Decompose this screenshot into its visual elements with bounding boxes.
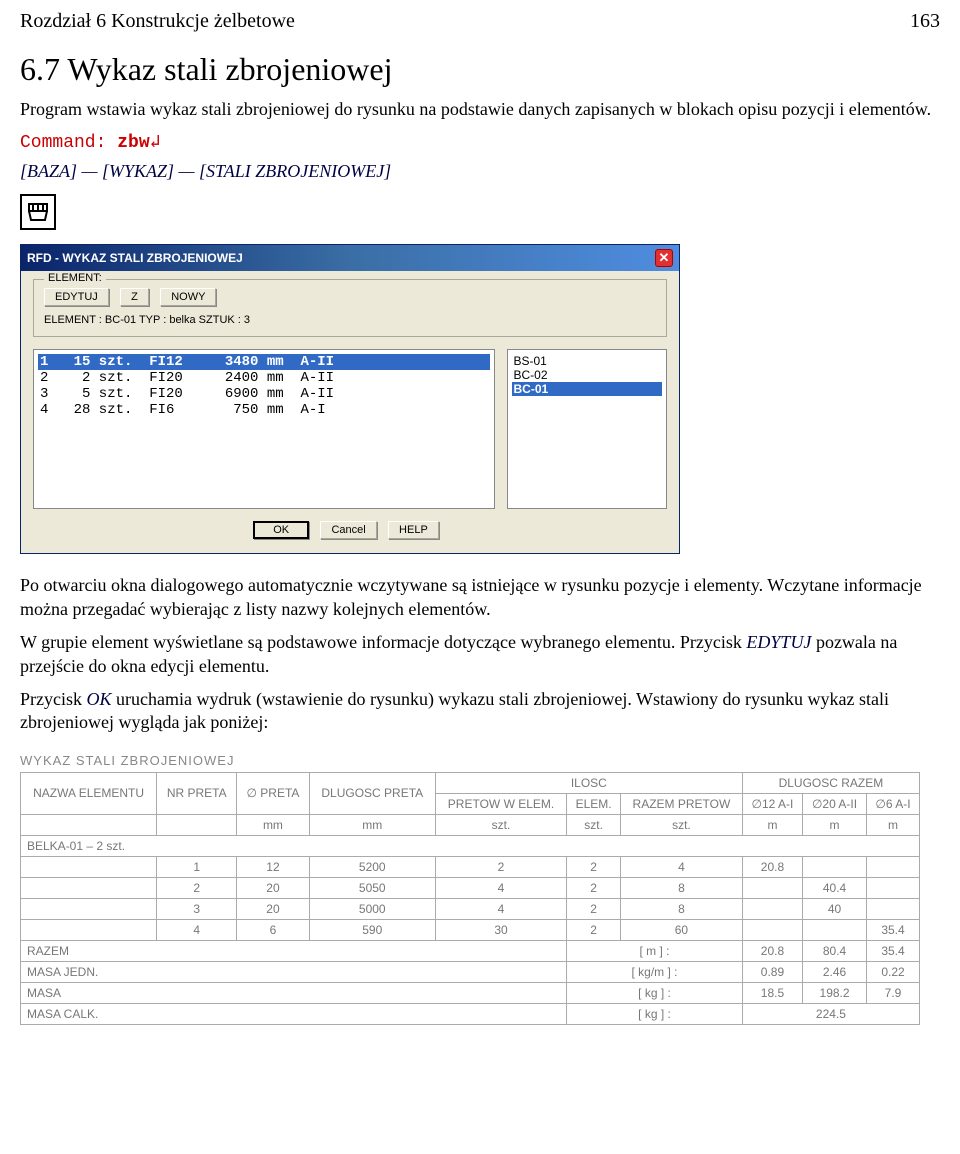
list-item[interactable]: BC-02: [512, 368, 663, 382]
dialog-window: RFD - WYKAZ STALI ZBROJENIOWEJ ✕ ELEMENT…: [20, 244, 680, 554]
dialog-titlebar: RFD - WYKAZ STALI ZBROJENIOWEJ ✕: [21, 245, 679, 271]
summary-row: RAZEM[ m ] :20.880.435.4: [21, 940, 920, 961]
summary-row: MASA JEDN.[ kg/m ] :0.892.460.22: [21, 961, 920, 982]
list-item[interactable]: 2 2 szt. FI20 2400 mm A-II: [38, 370, 490, 386]
menu-path: [BAZA] — [WYKAZ] — [STALI ZBROJENIOWEJ]: [20, 161, 940, 182]
new-button[interactable]: NOWY: [160, 288, 216, 306]
close-icon: ✕: [659, 250, 670, 266]
table-title: WYKAZ STALI ZBROJENIOWEJ: [20, 753, 940, 768]
command-line: Command: zbw↲: [20, 131, 940, 153]
help-button[interactable]: HELP: [388, 521, 439, 539]
section-title: 6.7 Wykaz stali zbrojeniowej: [20, 51, 940, 88]
group-row: BELKA-01 – 2 szt.: [21, 835, 920, 856]
intro-text: Program wstawia wykaz stali zbrojeniowej…: [20, 98, 940, 121]
table-row: 320500042840: [21, 898, 920, 919]
cancel-button[interactable]: Cancel: [320, 521, 376, 539]
col-ilosc: ILOSC: [435, 772, 742, 793]
edit-button[interactable]: EDYTUJ: [44, 288, 109, 306]
list-item[interactable]: BS-01: [512, 354, 663, 368]
group-label: ELEMENT:: [44, 272, 106, 284]
list-item[interactable]: 4 28 szt. FI6 750 mm A-I: [38, 402, 490, 418]
summary-row: MASA[ kg ] :18.5198.27.9: [21, 982, 920, 1003]
element-group: ELEMENT: EDYTUJ Z NOWY ELEMENT : BC-01 T…: [33, 279, 667, 337]
col-dlug: DLUGOSC PRETA: [309, 772, 435, 814]
rebar-table: NAZWA ELEMENTU NR PRETA ∅ PRETA DLUGOSC …: [20, 772, 920, 1025]
col-f12: ∅12 A-I: [742, 793, 802, 814]
col-dlugrazem: DLUGOSC RAZEM: [742, 772, 919, 793]
list-item[interactable]: 1 15 szt. FI12 3480 mm A-II: [38, 354, 490, 370]
body-text: Przycisk OK uruchamia wydruk (wstawienie…: [20, 688, 940, 735]
col-razempr: RAZEM PRETOW: [621, 793, 743, 814]
col-elem: ELEM.: [567, 793, 621, 814]
col-f20: ∅20 A-II: [803, 793, 867, 814]
col-f6: ∅6 A-I: [866, 793, 919, 814]
elements-listbox[interactable]: BS-01 BC-02 BC-01: [507, 349, 668, 509]
col-pretow: PRETOW W ELEM.: [435, 793, 566, 814]
table-row: 220505042840.4: [21, 877, 920, 898]
ok-button[interactable]: OK: [253, 521, 309, 539]
positions-listbox[interactable]: 1 15 szt. FI12 3480 mm A-II 2 2 szt. FI2…: [33, 349, 495, 509]
list-item[interactable]: 3 5 szt. FI20 6900 mm A-II: [38, 386, 490, 402]
col-nr: NR PRETA: [157, 772, 237, 814]
toolbar-icon: [20, 194, 56, 230]
summary-row: MASA CALK.[ kg ] :224.5: [21, 1003, 920, 1024]
table-row: 112520022420.8: [21, 856, 920, 877]
element-info: ELEMENT : BC-01 TYP : belka SZTUK : 3: [44, 314, 656, 326]
dialog-title: RFD - WYKAZ STALI ZBROJENIOWEJ: [27, 251, 243, 265]
table-row: 465903026035.4: [21, 919, 920, 940]
body-text: Po otwarciu okna dialogowego automatyczn…: [20, 574, 940, 621]
list-item[interactable]: BC-01: [512, 382, 663, 396]
col-nazwa: NAZWA ELEMENTU: [21, 772, 157, 814]
z-button[interactable]: Z: [120, 288, 149, 306]
body-text: W grupie element wyświetlane są podstawo…: [20, 631, 940, 678]
col-fi: ∅ PRETA: [237, 772, 309, 814]
chapter-header: Rozdział 6 Konstrukcje żelbetowe: [20, 10, 295, 33]
close-button[interactable]: ✕: [655, 249, 673, 267]
page-number: 163: [910, 10, 940, 33]
units-row: mmmm szt.szt.szt. mmm: [21, 814, 920, 835]
rebar-table-icon: [26, 200, 50, 224]
